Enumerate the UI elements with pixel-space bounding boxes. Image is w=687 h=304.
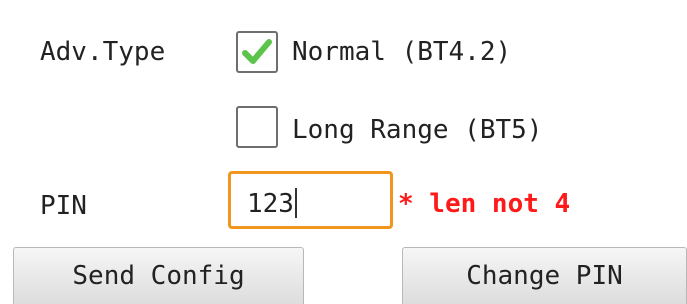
- pin-error-message: * len not 4: [398, 189, 571, 219]
- pin-input-value-wrap: 123: [247, 188, 297, 218]
- normal-bt42-checkbox[interactable]: [236, 31, 278, 73]
- pin-label: PIN: [40, 191, 87, 221]
- send-config-button[interactable]: Send Config: [13, 247, 304, 304]
- config-screen: Adv.Type Normal (BT4.2) Long Range (BT5)…: [0, 0, 687, 304]
- text-caret: [294, 188, 297, 218]
- long-range-bt5-checkbox[interactable]: [236, 106, 278, 148]
- adv-type-label: Adv.Type: [40, 37, 166, 67]
- normal-bt42-label[interactable]: Normal (BT4.2): [292, 39, 511, 65]
- pin-input[interactable]: 123: [228, 171, 393, 229]
- long-range-bt5-label[interactable]: Long Range (BT5): [292, 117, 542, 143]
- pin-input-value: 123: [247, 189, 294, 219]
- change-pin-button[interactable]: Change PIN: [402, 247, 687, 304]
- check-mark-icon: [242, 39, 272, 64]
